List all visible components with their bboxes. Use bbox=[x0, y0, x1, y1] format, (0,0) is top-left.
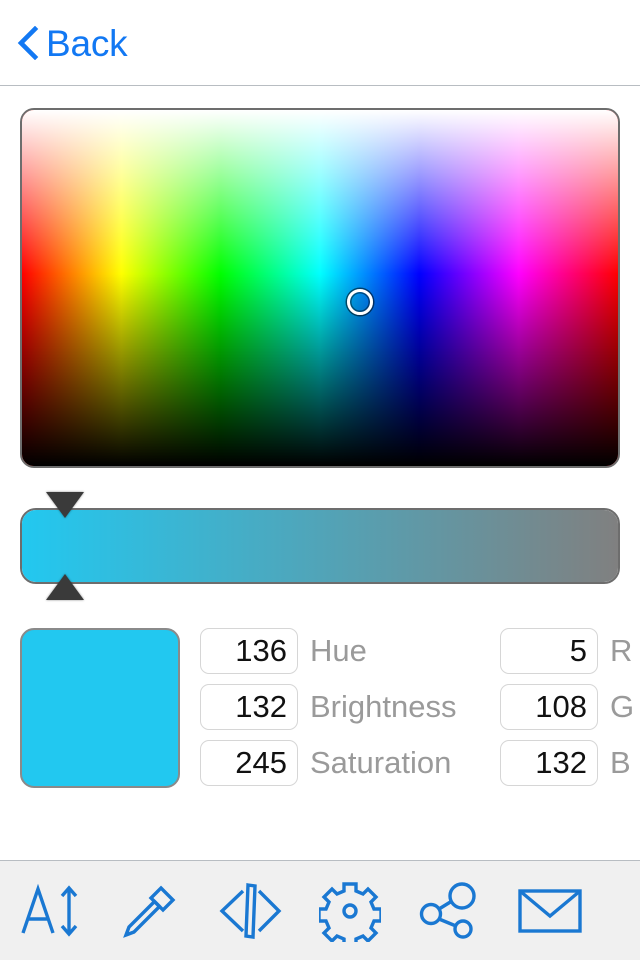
toolbar-share[interactable] bbox=[400, 861, 500, 961]
saturation-label: Saturation bbox=[310, 745, 452, 780]
value-row: 136 Hue bbox=[200, 628, 456, 674]
toolbar-font-size[interactable] bbox=[0, 861, 100, 961]
black-overlay-layer bbox=[22, 110, 618, 466]
back-button-label: Back bbox=[46, 22, 128, 64]
back-button[interactable]: Back bbox=[12, 14, 135, 72]
code-icon bbox=[219, 882, 282, 939]
color-values-area: 136 Hue 132 Brightness 245 Saturation 5 … bbox=[0, 600, 640, 850]
value-row: 132 Brightness bbox=[200, 684, 456, 730]
value-row: 245 Saturation bbox=[200, 740, 456, 786]
red-input[interactable]: 5 bbox=[500, 628, 598, 674]
toolbar-mail[interactable] bbox=[500, 861, 600, 961]
green-input[interactable]: 108 bbox=[500, 684, 598, 730]
hue-input[interactable]: 136 bbox=[200, 628, 298, 674]
brightness-label: Brightness bbox=[310, 689, 457, 724]
color-field-cursor[interactable] bbox=[346, 289, 373, 316]
red-label: R bbox=[610, 633, 633, 668]
toolbar-settings[interactable] bbox=[300, 861, 400, 961]
font-size-icon bbox=[21, 883, 78, 937]
envelope-icon bbox=[518, 888, 582, 933]
navigation-bar: Back bbox=[0, 0, 640, 86]
shade-gradient-layer bbox=[22, 510, 618, 582]
share-icon bbox=[419, 881, 476, 939]
toolbar-eyedropper[interactable] bbox=[100, 861, 200, 961]
shade-slider-handle-top[interactable] bbox=[46, 492, 84, 518]
chevron-left-icon bbox=[17, 26, 39, 60]
toolbar-code[interactable] bbox=[200, 861, 300, 961]
blue-input[interactable]: 132 bbox=[500, 740, 598, 786]
rgb-value-column: 5 R 108 G 132 B bbox=[500, 628, 634, 786]
hue-label: Hue bbox=[310, 633, 367, 668]
saturation-brightness-field[interactable] bbox=[20, 108, 620, 468]
current-color-swatch[interactable] bbox=[20, 628, 180, 788]
eyedropper-icon bbox=[123, 885, 176, 938]
hsb-value-column: 136 Hue 132 Brightness 245 Saturation bbox=[200, 628, 456, 786]
bottom-toolbar bbox=[0, 860, 640, 960]
green-label: G bbox=[610, 689, 635, 724]
shade-slider[interactable] bbox=[20, 508, 620, 584]
shade-slider-handle-bottom[interactable] bbox=[46, 574, 84, 600]
gear-icon bbox=[319, 881, 381, 942]
blue-label: B bbox=[610, 745, 631, 780]
value-row: 132 B bbox=[500, 740, 634, 786]
saturation-input[interactable]: 245 bbox=[200, 740, 298, 786]
brightness-input[interactable]: 132 bbox=[200, 684, 298, 730]
value-row: 108 G bbox=[500, 684, 634, 730]
value-row: 5 R bbox=[500, 628, 634, 674]
